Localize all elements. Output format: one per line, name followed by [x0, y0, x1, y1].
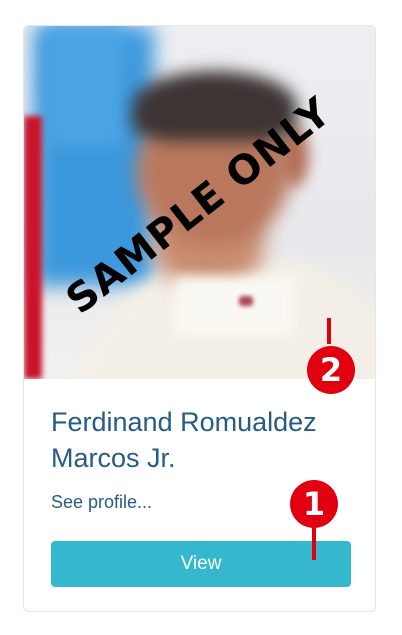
profile-photo: SAMPLE ONLY [24, 26, 375, 379]
see-profile-text: See profile... [51, 492, 153, 512]
marker-2-badge: 2 [307, 346, 355, 394]
marker-1-line [312, 528, 316, 560]
profile-name: Ferdinand Romualdez Marcos Jr. [51, 407, 317, 473]
marker-2-line [327, 318, 331, 344]
marker-1-badge: 1 [290, 480, 338, 528]
view-button[interactable]: View [51, 541, 351, 587]
